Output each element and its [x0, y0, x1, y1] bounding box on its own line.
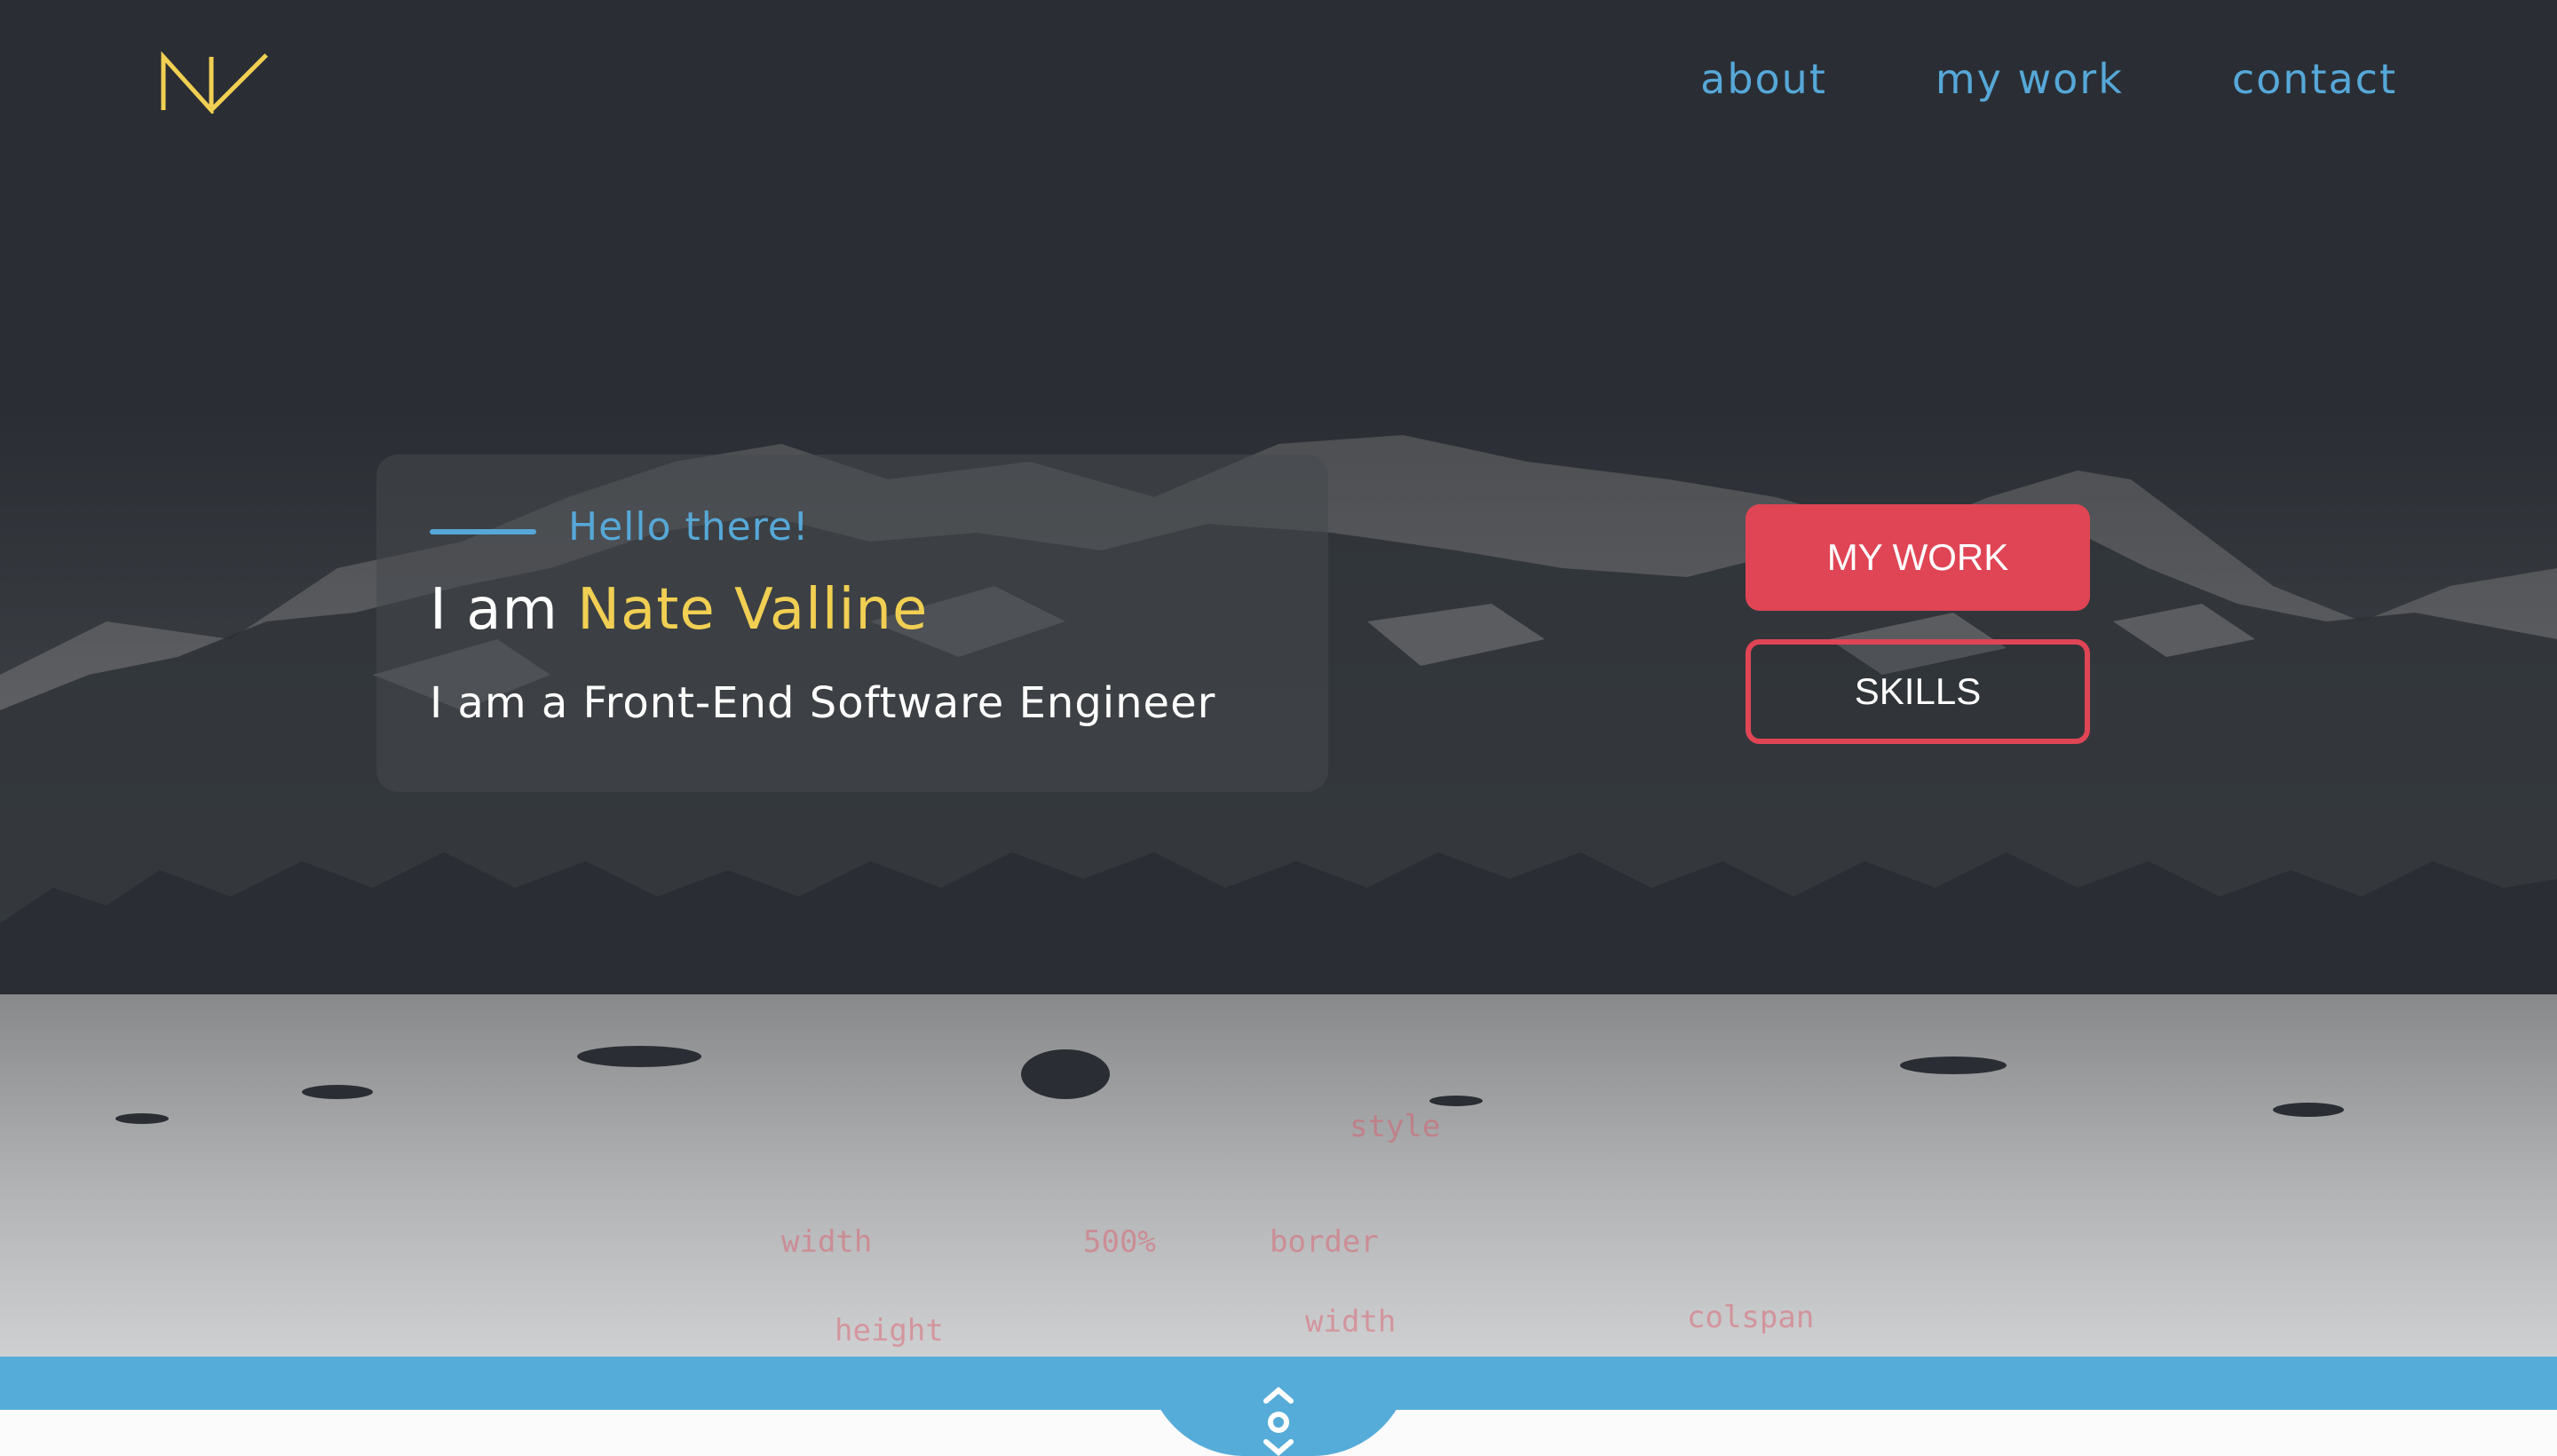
skills-button[interactable]: SKILLS — [1746, 639, 2090, 744]
nav-about[interactable]: about — [1700, 55, 1827, 103]
logo-icon[interactable] — [160, 51, 272, 114]
svg-text:height: height — [835, 1313, 944, 1349]
svg-text:500%: 500% — [1083, 1224, 1156, 1260]
nav-my-work[interactable]: my work — [1936, 55, 2124, 103]
intro-heading: I am Nate Valline — [430, 577, 928, 643]
svg-text:colspan: colspan — [1687, 1300, 1814, 1335]
greeting-line — [430, 529, 536, 534]
svg-text:style: style — [1350, 1109, 1440, 1144]
person-name: Nate Valline — [577, 577, 929, 643]
greeting-text: Hello there! — [568, 504, 810, 550]
my-work-button[interactable]: MY WORK — [1746, 504, 2090, 611]
svg-text:border: border — [1270, 1224, 1379, 1260]
svg-text:width: width — [781, 1224, 872, 1260]
scroll-arrows-icon — [1263, 1387, 1294, 1456]
main-nav: about my work contact — [1700, 55, 2397, 103]
intro-card: Hello there! I am Nate Valline I am a Fr… — [376, 455, 1328, 792]
role-text: I am a Front-End Software Engineer — [430, 678, 1216, 728]
nav-contact[interactable]: contact — [2232, 55, 2397, 103]
svg-text:width: width — [1305, 1304, 1396, 1340]
intro-prefix: I am — [430, 577, 578, 643]
